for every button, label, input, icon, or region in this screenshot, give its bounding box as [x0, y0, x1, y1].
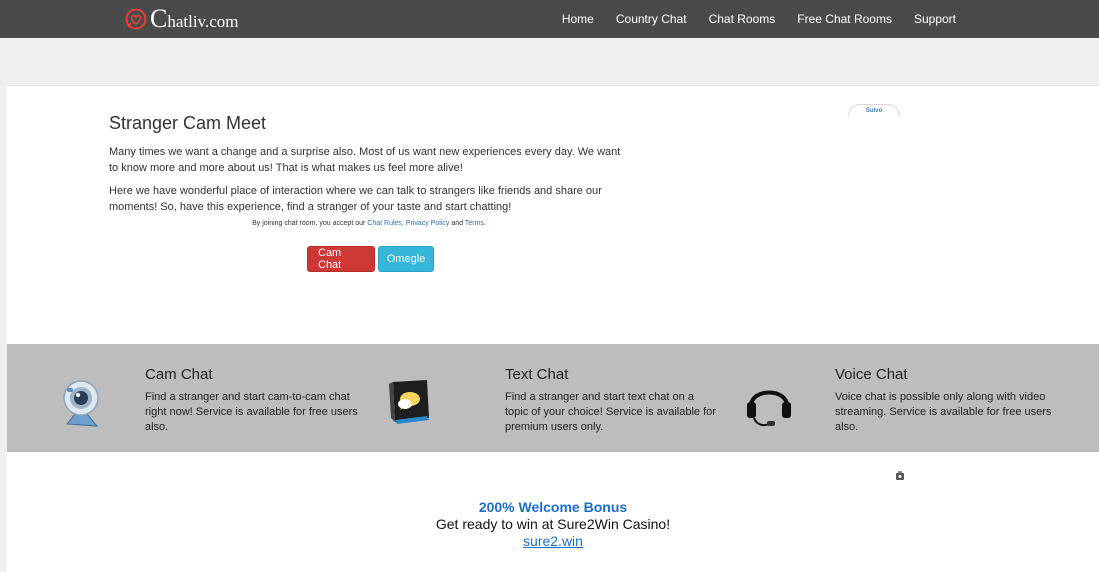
- promo-title: 200% Welcome Bonus: [478, 499, 628, 515]
- nav-support[interactable]: Support: [914, 12, 956, 26]
- main-nav: Home Country Chat Chat Rooms Free Chat R…: [540, 0, 956, 38]
- feature-desc-cam-chat: Find a stranger and start cam-to-cam cha…: [145, 391, 358, 433]
- terms-period: .: [483, 220, 486, 227]
- ad-choices-icon[interactable]: [894, 470, 906, 482]
- logo-text: Chatliv.com: [150, 6, 238, 32]
- chat-buttons: Cam Chat Omegle: [307, 246, 434, 272]
- hero-paragraph-2: Here we have wonderful place of interact…: [109, 185, 602, 213]
- promo-text: Get ready to win at Sure2Win Casino!: [435, 516, 671, 532]
- sulvo-ad-tab[interactable]: Sulvo: [848, 104, 900, 116]
- feature-title-text-chat: Text Chat: [505, 366, 569, 383]
- heart-chat-icon: [125, 8, 147, 30]
- feature-title-cam-chat: Cam Chat: [145, 366, 213, 383]
- terms-link[interactable]: Terms: [465, 220, 484, 227]
- headset-icon: [747, 390, 791, 427]
- chat-rules-link[interactable]: Chat Rules: [367, 220, 402, 227]
- chat-bubble-icon: [389, 380, 429, 424]
- hero-paragraph-1: Many times we want a change and a surpri…: [109, 146, 621, 174]
- page-title: Stranger Cam Meet: [109, 113, 267, 133]
- privacy-policy-link[interactable]: Privacy Policy: [406, 220, 450, 227]
- main-content-card: Stranger Cam Meet Many times we want a c…: [7, 85, 1099, 572]
- promo-section: 200% Welcome Bonus Get ready to win at S…: [7, 499, 1099, 551]
- nav-free-chat-rooms[interactable]: Free Chat Rooms: [797, 12, 892, 26]
- feature-title-voice-chat: Voice Chat: [835, 366, 908, 383]
- top-navbar: Chatliv.com Home Country Chat Chat Rooms…: [0, 0, 1099, 38]
- logo-letter: C: [150, 4, 168, 33]
- logo[interactable]: Chatliv.com: [124, 5, 238, 33]
- feature-desc-text-chat: Find a stranger and start text chat on a…: [505, 391, 716, 433]
- nav-chat-rooms[interactable]: Chat Rooms: [709, 12, 776, 26]
- logo-wordmark: hatliv.com: [167, 12, 239, 31]
- nav-country-chat[interactable]: Country Chat: [616, 12, 687, 26]
- terms-prefix: By joining chat room, you accept our: [252, 220, 366, 227]
- hero-section: Stranger Cam Meet Many times we want a c…: [109, 113, 629, 222]
- features-band: Cam Chat Find a stranger and start cam-t…: [7, 344, 1099, 452]
- webcam-icon: [63, 380, 99, 427]
- terms-comma: ,: [401, 220, 404, 227]
- promo-link[interactable]: sure2.win: [523, 533, 583, 549]
- nav-home[interactable]: Home: [562, 12, 594, 26]
- feature-desc-voice-chat: Voice chat is possible only along with v…: [835, 391, 1052, 433]
- terms-notice: By joining chat room, you accept our Cha…: [109, 220, 629, 227]
- terms-and: and: [451, 220, 464, 227]
- omegle-button[interactable]: Omegle: [378, 246, 434, 272]
- cam-chat-button[interactable]: Cam Chat: [307, 246, 375, 272]
